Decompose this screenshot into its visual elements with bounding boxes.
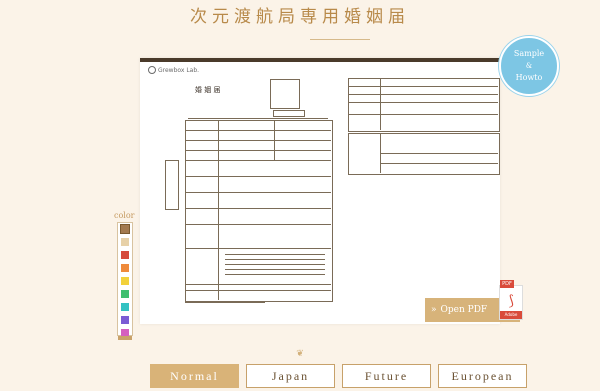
rule — [225, 254, 325, 255]
rule — [348, 102, 498, 103]
brand-logo: Grewbox Lab. — [148, 66, 199, 74]
ornament-icon: ❦ — [296, 349, 304, 359]
rule — [225, 269, 325, 270]
color-swatch[interactable] — [121, 238, 129, 246]
color-swatch[interactable] — [120, 224, 130, 234]
style-tabs: Normal Japan Future European — [150, 364, 530, 388]
tab-japan[interactable]: Japan — [246, 364, 335, 388]
color-swatch[interactable] — [121, 316, 129, 324]
form-preview: Grewbox Lab. 婚 姻 届 — [140, 58, 500, 324]
rule — [348, 86, 498, 87]
color-swatch[interactable] — [121, 290, 129, 298]
rule — [185, 160, 331, 161]
rule — [185, 208, 331, 209]
color-label: color — [114, 211, 135, 220]
rule — [185, 248, 331, 249]
logo-mark-icon — [148, 66, 156, 74]
color-swatch[interactable] — [121, 303, 129, 311]
howto-label: Howto — [515, 73, 543, 82]
date-box — [273, 110, 305, 117]
title-divider — [310, 39, 370, 40]
rule — [380, 78, 381, 130]
tab-european[interactable]: European — [438, 364, 527, 388]
chevron-right-icon: » — [431, 305, 437, 315]
rule — [185, 290, 331, 291]
sample-amp: & — [525, 62, 533, 70]
page-title: 次元渡航局専用婚姻届 — [190, 7, 410, 27]
tab-normal[interactable]: Normal — [150, 364, 239, 388]
rule — [380, 163, 498, 164]
rule — [348, 94, 498, 95]
rule — [185, 140, 331, 141]
swatch-stand — [118, 336, 132, 340]
rule — [185, 150, 331, 151]
sample-label: Sample — [513, 49, 545, 58]
rule — [185, 192, 331, 193]
color-swatch[interactable] — [121, 251, 129, 259]
rule — [185, 176, 331, 177]
rule — [188, 118, 328, 119]
tab-future[interactable]: Future — [342, 364, 431, 388]
rule — [185, 224, 331, 225]
side-tab — [165, 160, 179, 210]
rule — [185, 130, 331, 131]
open-pdf-label: Open PDF — [440, 305, 488, 315]
preview-topbar — [140, 58, 500, 62]
adobe-label: Adobe — [500, 311, 522, 319]
rule — [185, 284, 331, 285]
rule — [274, 120, 275, 160]
rule — [225, 274, 325, 275]
sample-howto-badge[interactable]: Sample & Howto — [499, 36, 559, 96]
acrobat-icon: ⟆ — [508, 293, 514, 309]
pdf-icon[interactable]: PDF ⟆ Adobe — [499, 280, 523, 320]
color-swatch-panel — [117, 222, 133, 337]
rule — [185, 302, 265, 303]
rule — [380, 153, 498, 154]
message-table — [348, 133, 500, 175]
logo-text: Grewbox Lab. — [158, 66, 200, 74]
pdf-badge: PDF — [500, 280, 514, 288]
rule — [225, 264, 325, 265]
color-swatch[interactable] — [121, 264, 129, 272]
rule — [218, 120, 219, 300]
form-title: 婚 姻 届 — [195, 86, 221, 94]
stamp-box — [270, 79, 300, 109]
rule — [348, 114, 498, 115]
rule — [225, 259, 325, 260]
color-swatch[interactable] — [121, 277, 129, 285]
